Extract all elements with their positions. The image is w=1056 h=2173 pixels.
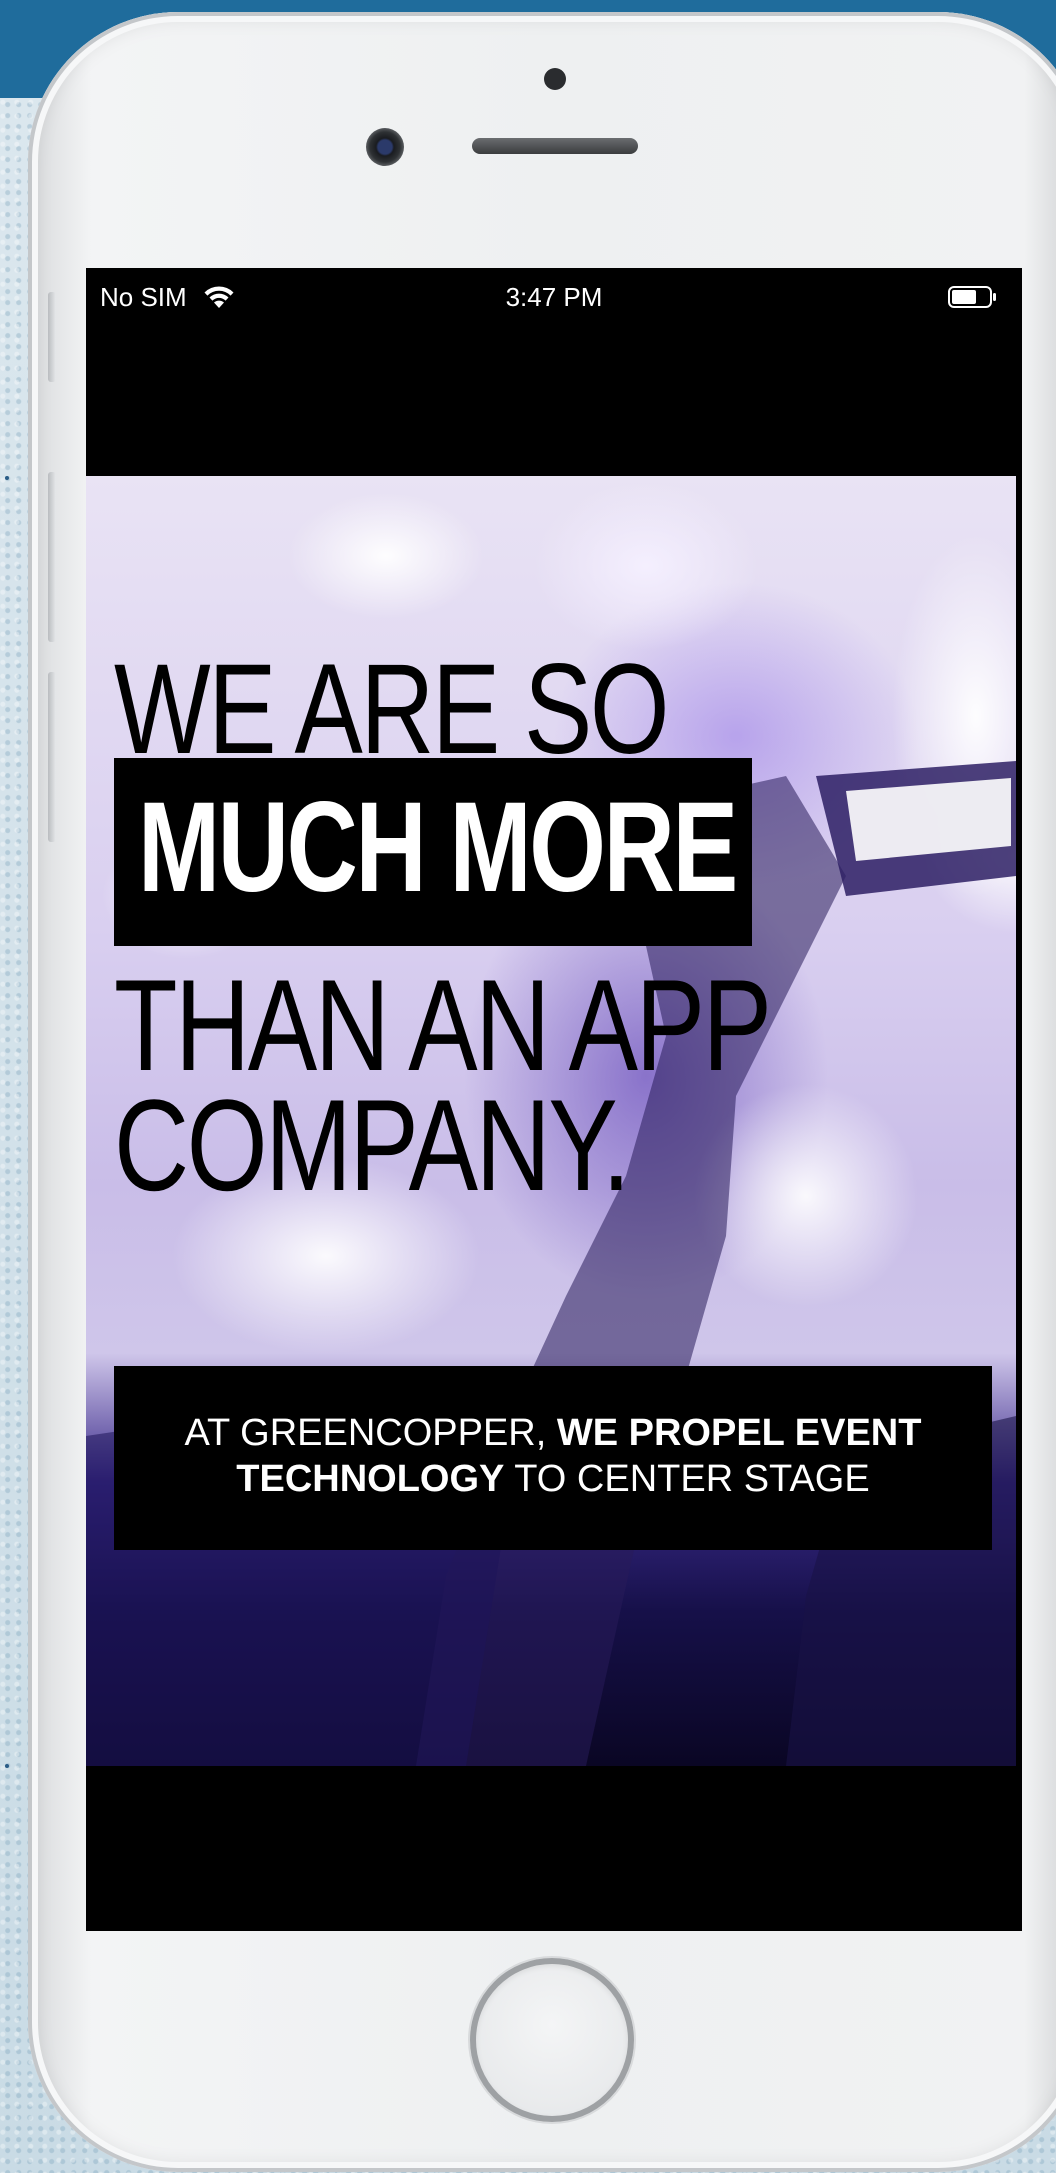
tagline-part-3: TECHNOLOGY: [236, 1458, 505, 1500]
proximity-sensor: [544, 68, 566, 90]
volume-up-button: [48, 472, 56, 642]
tagline-box: AT GREENCOPPER, WE PROPEL EVENT TECHNOLO…: [114, 1366, 992, 1550]
hero-banner: WE ARE SO MUCH MORE THAN AN APP COMPANY.…: [86, 476, 1016, 1766]
headline-line-4: COMPANY.: [114, 1072, 631, 1218]
battery-icon: [948, 284, 998, 308]
status-bar: No SIM 3:47 PM: [86, 268, 1022, 326]
edge-dot: [5, 1764, 9, 1768]
earpiece-speaker: [472, 138, 638, 154]
headline-line-1: WE ARE SO: [114, 638, 670, 781]
phone-screen: No SIM 3:47 PM WE ARE SO MUCH MORE THAN …: [86, 268, 1022, 1931]
volume-down-button: [48, 672, 56, 842]
headline-line-3: THAN AN APP: [114, 952, 772, 1098]
tagline-part-2: WE PROPEL EVENT: [556, 1412, 922, 1454]
status-time: 3:47 PM: [505, 282, 603, 312]
tagline-part-4: TO CENTER STAGE: [504, 1458, 870, 1500]
front-camera-icon: [366, 128, 404, 166]
headline-line-2: MUCH MORE: [138, 776, 738, 919]
mute-switch: [48, 292, 56, 382]
edge-dot: [5, 476, 9, 480]
tagline-part-1: AT GREENCOPPER,: [184, 1412, 557, 1454]
home-button[interactable]: [470, 1958, 634, 2122]
